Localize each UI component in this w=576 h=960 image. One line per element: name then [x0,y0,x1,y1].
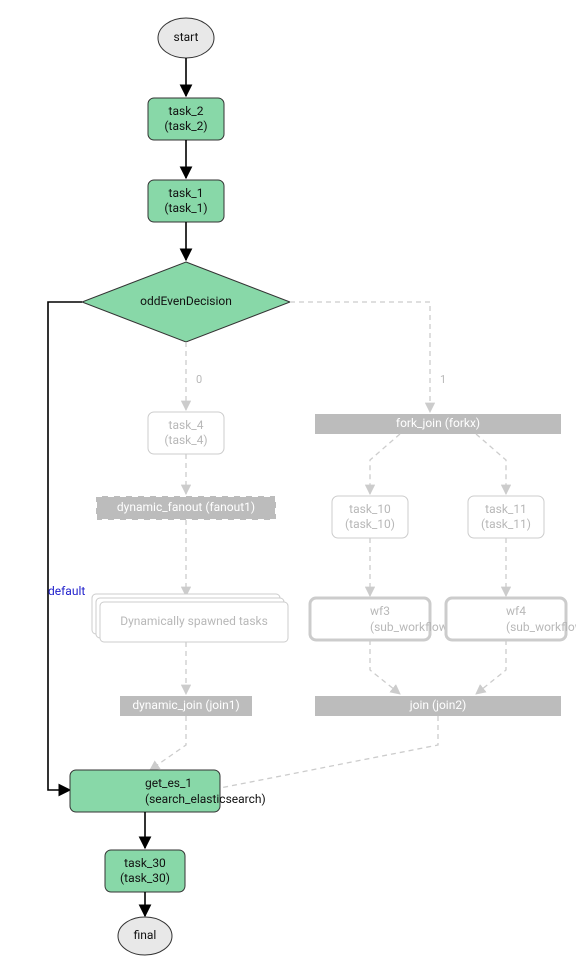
task-11-label-2: (task_11) [481,517,531,531]
edge-branch-0-label: 0 [196,373,202,386]
workflow-diagram: start task_2 (task_2) task_1 (task_1) od… [0,0,576,960]
wf4-label-1: wf4 [506,604,526,618]
edge-fork-task10 [370,434,400,494]
edge-wf4-join2 [476,640,506,694]
task-10-label-1: task_10 [349,502,391,516]
task-10-label-2: (task_10) [345,517,395,531]
wf3-label-1: wf3 [370,604,390,618]
task-30-label-1: task_30 [124,856,166,870]
edge-join1-getes [150,716,186,770]
edge-default-label: default [48,584,85,598]
fork-join-label: fork_join (forkx) [396,416,480,430]
start-label: start [174,30,199,44]
join2-label: join (join2) [409,698,467,712]
edge-branch-1-label: 1 [440,373,446,386]
spawned-label: Dynamically spawned tasks [120,614,268,628]
edge-join2-getes [210,716,438,790]
wf4-label-2: (sub_workflow_x) [506,620,576,634]
final-label: final [134,928,157,942]
decision-label: oddEvenDecision [140,294,232,308]
task-4-label-2: (task_4) [164,433,207,447]
get-es-label-1: get_es_1 [145,776,192,790]
dynamic-join-label: dynamic_join (join1) [132,698,239,712]
edge-branch-1 [290,302,430,412]
edge-default [48,302,82,790]
edge-fork-task11 [476,434,506,494]
dynamic-fanout-label: dynamic_fanout (fanout1) [117,500,255,514]
get-es-label-2: (search_elasticsearch) [145,792,266,806]
task-1-label-1: task_1 [169,186,204,200]
task-2-label-2: (task_2) [164,119,207,133]
task-1-label-2: (task_1) [164,201,207,215]
task-30-label-2: (task_30) [120,871,170,885]
task-11-label-1: task_11 [485,502,527,516]
task-4-label-1: task_4 [169,418,204,432]
edge-wf3-join2 [370,640,400,694]
task-2-label-1: task_2 [169,104,204,118]
